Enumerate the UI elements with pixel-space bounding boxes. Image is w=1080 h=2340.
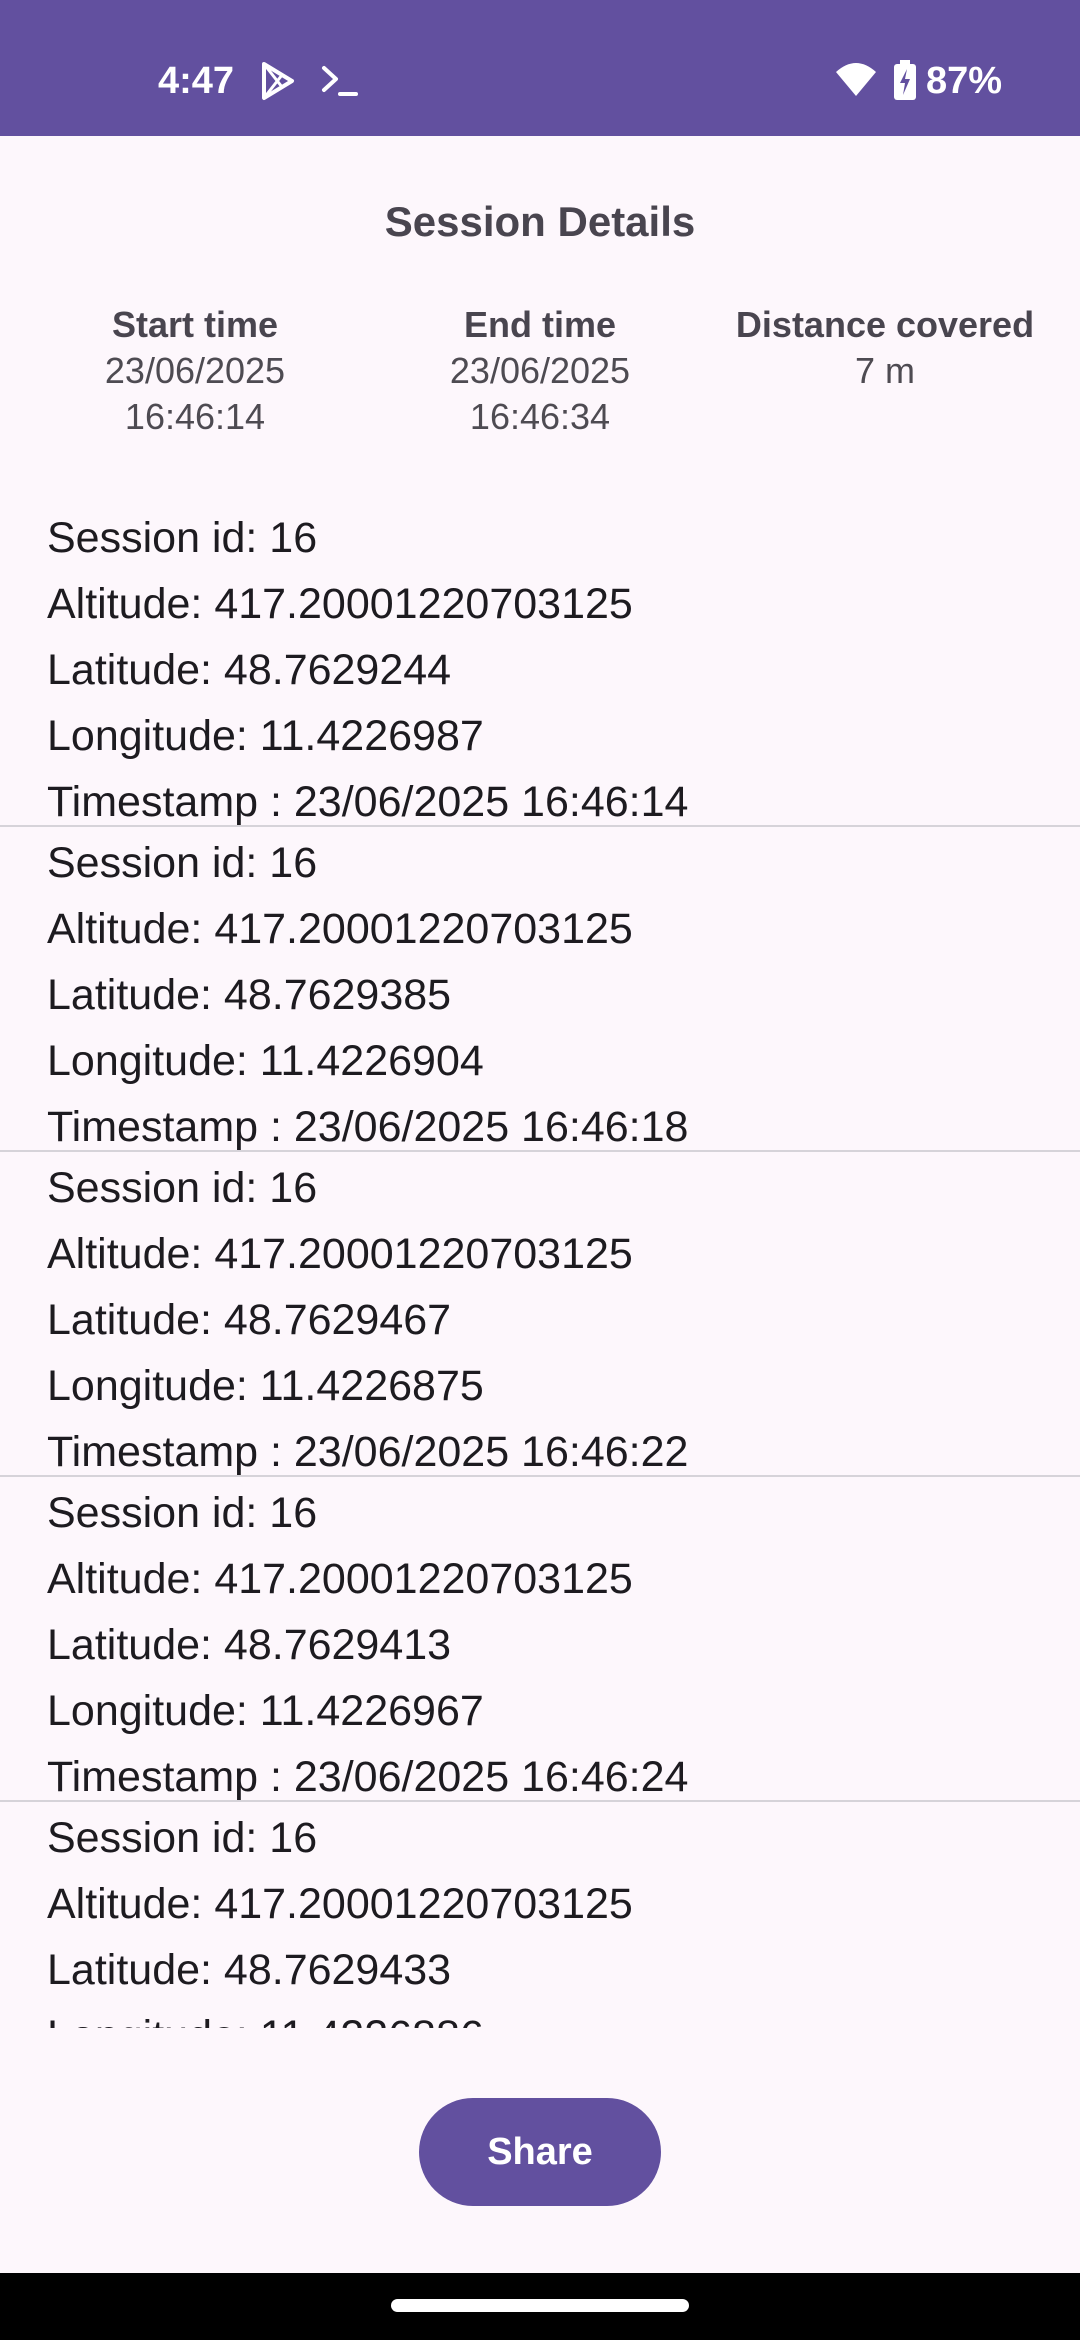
session-id-text: Session id: 16 [47, 1814, 318, 1862]
altitude-text: Altitude: 417.20001220703125 [47, 1880, 633, 1928]
battery-charging-icon [892, 60, 918, 102]
end-time-summary: End time 23/06/2025 16:46:34 [360, 302, 720, 440]
latitude-text: Latitude: 48.7629433 [47, 1946, 452, 1994]
start-time-summary: Start time 23/06/2025 16:46:14 [15, 302, 375, 440]
status-bar: 4:47 87% [0, 0, 1080, 136]
end-time-date: 23/06/2025 [449, 350, 631, 391]
longitude-text: Longitude: 11.4226886 [47, 2003, 1080, 2028]
altitude-text: Altitude: 417.20001220703125 [47, 1555, 633, 1603]
altitude-text: Altitude: 417.20001220703125 [47, 905, 633, 953]
timestamp-text: Timestamp : 23/06/2025 16:46:24 [47, 1753, 689, 1801]
session-id-text: Session id: 16 [47, 514, 318, 562]
session-id-text: Session id: 16 [47, 1164, 318, 1212]
session-id-text: Session id: 16 [47, 1489, 318, 1537]
wifi-icon [834, 60, 878, 102]
altitude-text: Altitude: 417.20001220703125 [47, 580, 633, 628]
distance-summary: Distance covered 7 m [705, 302, 1065, 394]
share-button[interactable]: Share [419, 2098, 661, 2206]
battery-percent: 87% [926, 60, 1003, 102]
terminal-icon [320, 60, 360, 102]
session-id-text: Session id: 16 [47, 839, 318, 887]
start-time-label: Start time [111, 304, 279, 345]
end-time-label: End time [463, 304, 616, 345]
list-item: Session id: 16 Altitude: 417.20001220703… [0, 1152, 1080, 1477]
home-indicator[interactable] [391, 2299, 689, 2312]
timestamp-text: Timestamp : 23/06/2025 16:46:22 [47, 1428, 689, 1476]
list-item: Session id: 16 Altitude: 417.20001220703… [0, 1477, 1080, 1802]
longitude-text: Longitude: 11.4226875 [47, 1362, 484, 1410]
list-item: Session id: 16 Altitude: 417.20001220703… [0, 1802, 1080, 2028]
latitude-text: Latitude: 48.7629385 [47, 971, 452, 1019]
timestamp-text: Timestamp : 23/06/2025 16:46:14 [47, 778, 689, 826]
page-title: Session Details [384, 198, 696, 245]
longitude-text: Longitude: 11.4226904 [47, 1037, 484, 1085]
latitude-text: Latitude: 48.7629467 [47, 1296, 452, 1344]
session-details-screen: Session Details Start time 23/06/2025 16… [0, 136, 1080, 2273]
altitude-text: Altitude: 417.20001220703125 [47, 1230, 633, 1278]
list-item: Session id: 16 Altitude: 417.20001220703… [0, 502, 1080, 827]
start-time-date: 23/06/2025 [104, 350, 286, 391]
location-entries-list[interactable]: Session id: 16 Altitude: 417.20001220703… [0, 502, 1080, 2028]
play-store-icon [258, 60, 298, 102]
start-time-clock: 16:46:14 [124, 396, 266, 437]
list-item: Session id: 16 Altitude: 417.20001220703… [0, 827, 1080, 1152]
status-time: 4:47 [158, 60, 235, 102]
latitude-text: Latitude: 48.7629244 [47, 646, 452, 694]
distance-value: 7 m [854, 350, 915, 391]
timestamp-text: Timestamp : 23/06/2025 16:46:18 [47, 1103, 689, 1151]
longitude-text: Longitude: 11.4226967 [47, 1687, 484, 1735]
distance-label: Distance covered [735, 304, 1035, 345]
end-time-clock: 16:46:34 [469, 396, 611, 437]
latitude-text: Latitude: 48.7629413 [47, 1621, 452, 1669]
longitude-text: Longitude: 11.4226987 [47, 712, 484, 760]
